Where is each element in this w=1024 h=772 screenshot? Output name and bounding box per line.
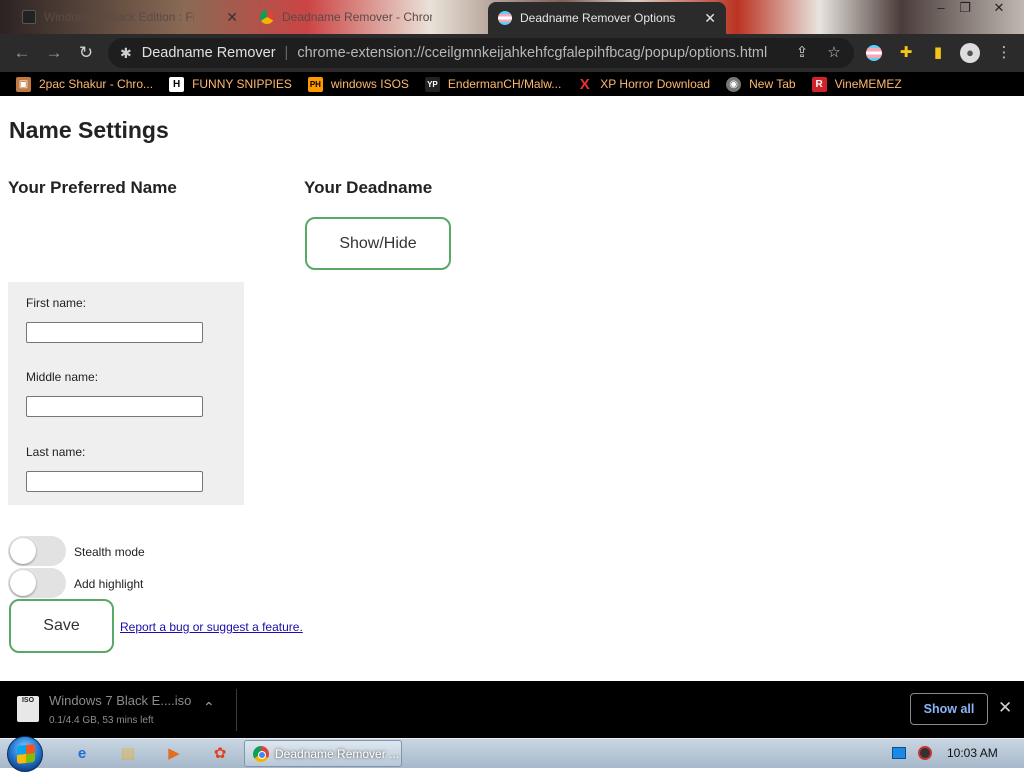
extension-name: Deadname Remover: [141, 45, 276, 61]
h-icon: H: [169, 76, 185, 92]
tab-deadname-options[interactable]: Deadname Remover Options ✕: [488, 2, 726, 34]
middle-name-label: Middle name:: [26, 370, 99, 384]
bookmark-label: XP Horror Download: [600, 77, 711, 91]
preferred-name-form: First name: Middle name: Last name:: [8, 282, 244, 505]
download-status: 0.1/4.4 GB, 53 mins left: [49, 715, 154, 726]
r-icon: R: [811, 76, 827, 92]
taskbar-window-label: Deadname Remover ...: [275, 746, 400, 761]
close-window-button[interactable]: ✕: [986, 0, 1012, 18]
first-name-label: First name:: [26, 296, 87, 310]
reload-icon[interactable]: ↻: [76, 43, 96, 63]
explorer-folder-icon[interactable]: ▤: [116, 742, 140, 764]
divider: |: [284, 45, 289, 61]
last-name-label: Last name:: [26, 445, 86, 459]
iso-file-icon: ISO: [17, 696, 39, 722]
save-button[interactable]: Save: [9, 599, 114, 653]
windows-taskbar: e ▤ ▶ ✿ Deadname Remover ... 10:03 AM: [0, 736, 1024, 772]
show-hide-button[interactable]: Show/Hide: [305, 217, 451, 270]
chrome-webstore-icon: ▣: [16, 76, 31, 92]
divider: [236, 689, 237, 731]
puzzle-icon: ✱: [120, 44, 132, 61]
download-filename[interactable]: Windows 7 Black E....iso: [49, 693, 191, 708]
stealth-mode-toggle[interactable]: [8, 536, 66, 566]
bookmarks-bar: ▣ 2pac Shakur - Chro... H FUNNY SNIPPIES P…: [0, 72, 1024, 96]
extensions-icon[interactable]: ✚: [896, 43, 916, 63]
menu-kebab-icon[interactable]: ⋮: [994, 43, 1014, 63]
tab-deadname-chrome-store[interactable]: Deadname Remover - Chrome W: [250, 2, 486, 32]
tab-label: Deadname Remover - Chrome W: [282, 10, 432, 24]
toggle-knob: [10, 570, 36, 596]
close-icon[interactable]: ✕: [998, 698, 1012, 718]
bookmark-xp-horror[interactable]: X XP Horror Download: [577, 72, 710, 96]
bookmark-endermanch[interactable]: YP EndermanCH/Malw...: [424, 72, 562, 96]
add-highlight-toggle[interactable]: [8, 568, 66, 598]
tab-label: Deadname Remover Options: [520, 11, 676, 25]
deadname-heading: Your Deadname: [304, 178, 433, 197]
bookmark-label: windows ISOS: [330, 77, 409, 91]
ph-icon: PH: [307, 76, 323, 92]
preferred-name-heading: Your Preferred Name: [8, 178, 177, 197]
trans-flag-icon: [498, 11, 512, 25]
chrome-icon: [253, 745, 269, 762]
internet-explorer-icon[interactable]: e: [70, 742, 94, 764]
show-all-button[interactable]: Show all: [910, 693, 988, 725]
taskbar-clock[interactable]: 10:03 AM: [947, 746, 998, 760]
options-page: Name Settings Your Preferred Name Your D…: [0, 103, 1024, 681]
taskbar-chrome-window[interactable]: Deadname Remover ...: [244, 740, 402, 767]
back-icon[interactable]: ←: [12, 43, 32, 63]
add-highlight-label: Add highlight: [74, 577, 144, 591]
bookmark-label: EndermanCH/Malw...: [447, 77, 562, 91]
last-name-input[interactable]: [26, 471, 203, 492]
bookmark-2pac[interactable]: ▣ 2pac Shakur - Chro...: [16, 72, 153, 96]
bookmark-label: VineMEMEZ: [834, 77, 902, 91]
bookmark-vinememez[interactable]: R VineMEMEZ: [811, 72, 902, 96]
url-text: chrome-extension://cceilgmnkeijahkehfcgf…: [297, 45, 768, 61]
start-button[interactable]: [7, 736, 43, 772]
first-name-input[interactable]: [26, 322, 203, 343]
middle-name-input[interactable]: [26, 396, 203, 417]
report-bug-link[interactable]: Report a bug or suggest a feature.: [120, 620, 303, 634]
address-bar[interactable]: ✱ Deadname Remover | chrome-extension://…: [108, 38, 854, 68]
tab-windows7[interactable]: Windows 7 Black Edition : Free D ✕: [12, 2, 248, 32]
bookmark-label: New Tab: [749, 77, 796, 91]
bookmark-new-tab[interactable]: ◉ New Tab: [726, 72, 796, 96]
browser-tab-strip: Windows 7 Black Edition : Free D ✕ Deadn…: [0, 0, 1024, 34]
bookmark-windows-isos[interactable]: PH windows ISOS: [307, 72, 409, 96]
browser-toolbar: ← → ↻ ✱ Deadname Remover | chrome-extens…: [0, 34, 1024, 72]
profile-avatar-icon[interactable]: ●: [960, 43, 980, 63]
globe-icon: ◉: [726, 76, 742, 92]
deadname-extension-icon[interactable]: [864, 43, 884, 63]
tray-display-icon[interactable]: [892, 747, 906, 759]
paint-icon[interactable]: ✿: [208, 742, 232, 764]
archive-icon: [22, 10, 36, 24]
close-icon[interactable]: ✕: [704, 10, 716, 27]
download-bar: ISO Windows 7 Black E....iso 0.1/4.4 GB,…: [0, 681, 1024, 738]
toggle-knob: [10, 538, 36, 564]
bookmark-label: FUNNY SNIPPIES: [192, 77, 292, 91]
side-panel-icon[interactable]: ▮: [928, 43, 948, 63]
media-player-icon[interactable]: ▶: [162, 742, 186, 764]
x-icon: X: [579, 75, 590, 93]
minimize-button[interactable]: –: [928, 0, 954, 18]
page-title: Name Settings: [9, 117, 169, 143]
file-type-text: ISO: [21, 697, 35, 704]
tab-label: Windows 7 Black Edition : Free D: [44, 10, 194, 24]
chrome-webstore-icon: [260, 10, 274, 24]
bookmark-label: 2pac Shakur - Chro...: [39, 77, 154, 91]
windows-logo-icon: [17, 744, 35, 764]
restore-button[interactable]: ❐: [952, 0, 978, 18]
chevron-up-icon[interactable]: ⌃: [203, 699, 215, 716]
close-icon[interactable]: ✕: [226, 9, 238, 26]
share-icon[interactable]: ⇪: [792, 43, 812, 63]
yp-icon: YP: [424, 76, 440, 92]
tray-app-icon[interactable]: [918, 746, 932, 760]
bookmark-star-icon[interactable]: ☆: [824, 43, 844, 63]
bookmark-funny-snippies[interactable]: H FUNNY SNIPPIES: [169, 72, 292, 96]
forward-icon[interactable]: →: [44, 43, 64, 63]
stealth-mode-label: Stealth mode: [74, 545, 145, 559]
